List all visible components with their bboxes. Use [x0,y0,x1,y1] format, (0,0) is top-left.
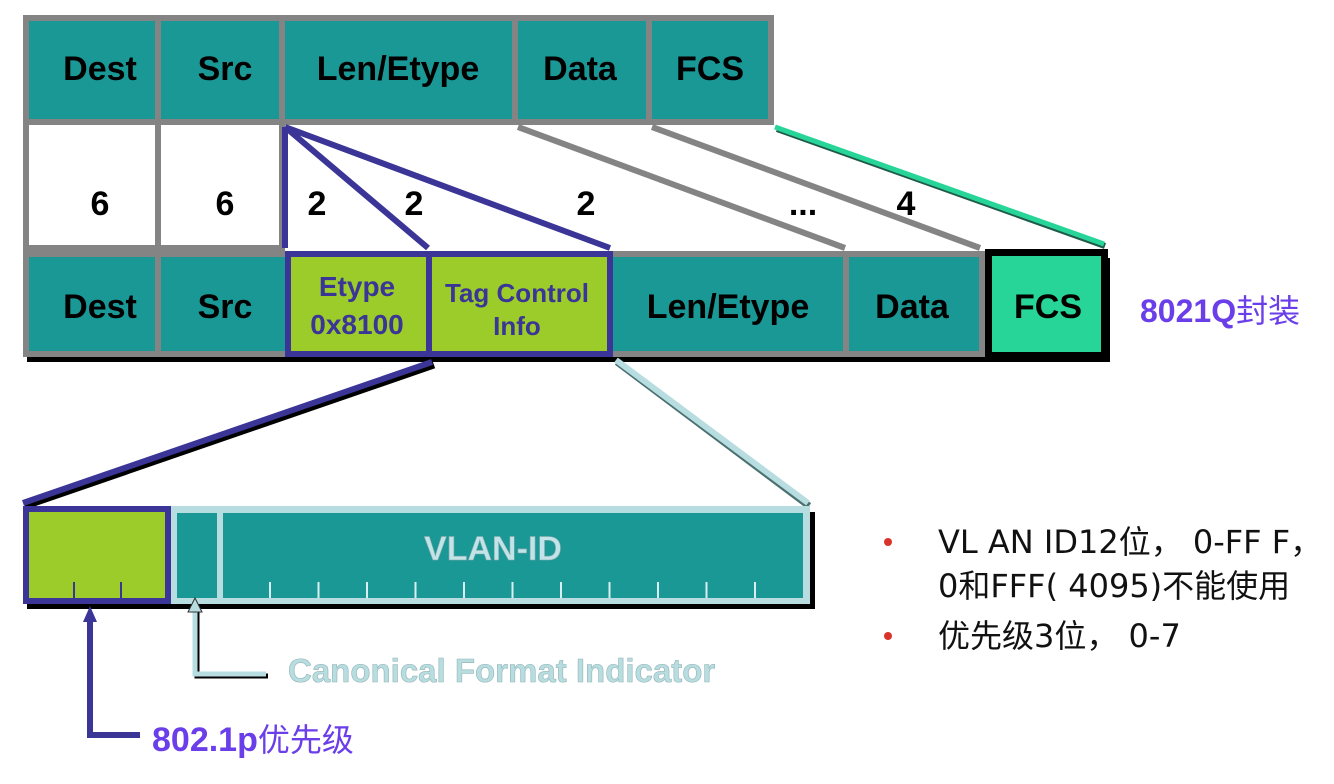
priority-arrow-line [87,622,140,738]
fcs-shift-line [774,124,1105,247]
size-dest: 6 [91,185,110,223]
priority-label: 802.1p优先级 [152,721,354,759]
tci-expand-line-right [614,357,810,506]
field-dest-label: Dest [63,50,137,88]
size-tci: 2 [405,185,424,223]
field-fcs-label: FCS [676,50,744,88]
tagged-fcs-label: FCS [1014,288,1082,326]
field-data-label: Data [543,50,618,88]
etype-value: 0x8100 [310,309,403,340]
notes-list: VL AN ID12位， 0-FF F， 0和FFF( 4095)不能使用 优先… [880,520,1322,664]
tagged-dest-label: Dest [63,288,137,326]
cfi-bit [177,513,217,598]
etype-label: Etype [319,271,395,302]
cfi-label: Canonical Format Indicator [288,652,715,689]
note-priority: 优先级3位， 0-7 [880,614,1322,658]
size-data: ... [789,185,817,223]
tagged-frame: Dest Src Etype 0x8100 Tag Control Info L… [23,249,1300,362]
priority-field [29,512,165,598]
tci-expand-line-left [22,359,433,506]
tci-label-line1: Tag Control [445,278,589,308]
size-len-etype: 2 [577,185,596,223]
size-src: 6 [216,185,235,223]
cfi-callout: Canonical Format Indicator [187,596,716,689]
encapsulation-caption: 8021Q封装 [1140,292,1300,330]
tagged-src-label: Src [198,288,253,326]
tagged-len-etype-label: Len/Etype [647,288,809,326]
note-priority-line1: 优先级3位， 0-7 [938,617,1181,655]
vlan-tag-diagram: Dest Src Len/Etype Data FCS 6 6 2 2 2 ..… [22,15,1300,759]
tci-detail-bar: VLAN-ID [23,506,815,609]
note-vlan-id-line1: VL AN ID12位， 0-FF F， [938,523,1323,561]
vlan-id-label: VLAN-ID [424,530,562,568]
bullet-icon [884,538,892,546]
note-vlan-id: VL AN ID12位， 0-FF F， 0和FFF( 4095)不能使用 [880,520,1322,608]
tci-label-line2: Info [493,311,541,341]
original-frame: Dest Src Len/Etype Data FCS [23,15,774,125]
bullet-icon [884,632,892,640]
field-src-label: Src [198,50,253,88]
tagged-data-label: Data [875,288,950,326]
size-row: 6 6 2 2 2 ... 4 [23,125,916,251]
note-vlan-id-line2: 0和FFF( 4095)不能使用 [938,567,1291,605]
field-len-etype-label: Len/Etype [317,50,479,88]
tci-expansion-lines [22,357,812,510]
size-etype: 2 [308,185,327,223]
cfi-arrow-line [192,610,266,677]
